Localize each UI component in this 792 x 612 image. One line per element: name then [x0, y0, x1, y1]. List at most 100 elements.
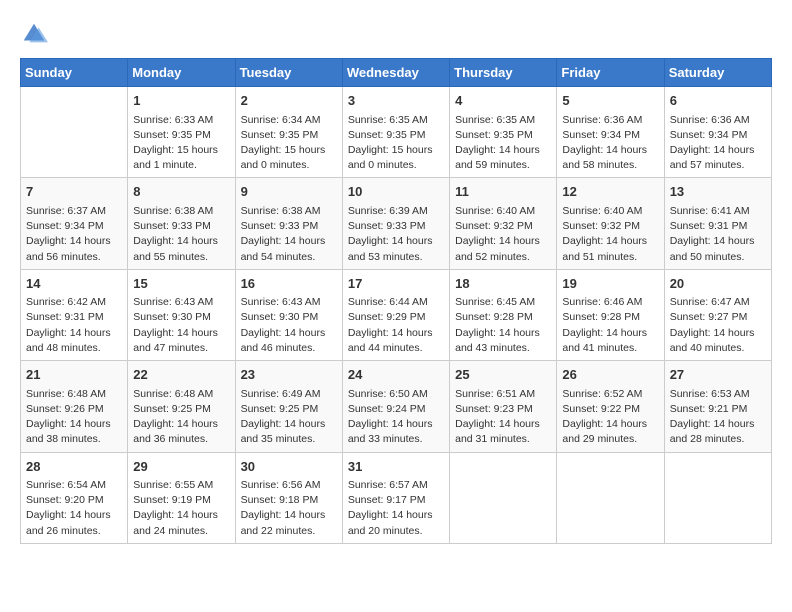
- day-info: Sunrise: 6:54 AM Sunset: 9:20 PM Dayligh…: [26, 478, 122, 539]
- day-info: Sunrise: 6:55 AM Sunset: 9:19 PM Dayligh…: [133, 478, 229, 539]
- week-row-5: 28Sunrise: 6:54 AM Sunset: 9:20 PM Dayli…: [21, 452, 772, 543]
- day-info: Sunrise: 6:48 AM Sunset: 9:26 PM Dayligh…: [26, 387, 122, 448]
- header-monday: Monday: [128, 59, 235, 87]
- calendar-cell: 27Sunrise: 6:53 AM Sunset: 9:21 PM Dayli…: [664, 361, 771, 452]
- calendar-cell: [557, 452, 664, 543]
- day-number: 21: [26, 365, 122, 385]
- calendar-cell: 15Sunrise: 6:43 AM Sunset: 9:30 PM Dayli…: [128, 269, 235, 360]
- calendar-header-row: SundayMondayTuesdayWednesdayThursdayFrid…: [21, 59, 772, 87]
- day-number: 8: [133, 182, 229, 202]
- day-number: 13: [670, 182, 766, 202]
- day-info: Sunrise: 6:36 AM Sunset: 9:34 PM Dayligh…: [670, 113, 766, 174]
- day-info: Sunrise: 6:53 AM Sunset: 9:21 PM Dayligh…: [670, 387, 766, 448]
- day-info: Sunrise: 6:41 AM Sunset: 9:31 PM Dayligh…: [670, 204, 766, 265]
- day-number: 25: [455, 365, 551, 385]
- day-info: Sunrise: 6:39 AM Sunset: 9:33 PM Dayligh…: [348, 204, 444, 265]
- day-info: Sunrise: 6:34 AM Sunset: 9:35 PM Dayligh…: [241, 113, 337, 174]
- calendar-cell: 4Sunrise: 6:35 AM Sunset: 9:35 PM Daylig…: [450, 87, 557, 178]
- header-saturday: Saturday: [664, 59, 771, 87]
- calendar-cell: 30Sunrise: 6:56 AM Sunset: 9:18 PM Dayli…: [235, 452, 342, 543]
- day-number: 12: [562, 182, 658, 202]
- calendar-cell: 21Sunrise: 6:48 AM Sunset: 9:26 PM Dayli…: [21, 361, 128, 452]
- calendar-cell: 20Sunrise: 6:47 AM Sunset: 9:27 PM Dayli…: [664, 269, 771, 360]
- calendar-cell: 22Sunrise: 6:48 AM Sunset: 9:25 PM Dayli…: [128, 361, 235, 452]
- logo: [20, 20, 52, 48]
- calendar-cell: [450, 452, 557, 543]
- day-number: 3: [348, 91, 444, 111]
- day-number: 1: [133, 91, 229, 111]
- header-wednesday: Wednesday: [342, 59, 449, 87]
- header-friday: Friday: [557, 59, 664, 87]
- day-info: Sunrise: 6:42 AM Sunset: 9:31 PM Dayligh…: [26, 295, 122, 356]
- calendar-cell: 6Sunrise: 6:36 AM Sunset: 9:34 PM Daylig…: [664, 87, 771, 178]
- day-info: Sunrise: 6:37 AM Sunset: 9:34 PM Dayligh…: [26, 204, 122, 265]
- calendar-cell: [664, 452, 771, 543]
- day-number: 31: [348, 457, 444, 477]
- day-info: Sunrise: 6:49 AM Sunset: 9:25 PM Dayligh…: [241, 387, 337, 448]
- day-info: Sunrise: 6:35 AM Sunset: 9:35 PM Dayligh…: [348, 113, 444, 174]
- calendar-cell: 5Sunrise: 6:36 AM Sunset: 9:34 PM Daylig…: [557, 87, 664, 178]
- calendar-cell: 2Sunrise: 6:34 AM Sunset: 9:35 PM Daylig…: [235, 87, 342, 178]
- day-number: 2: [241, 91, 337, 111]
- day-info: Sunrise: 6:47 AM Sunset: 9:27 PM Dayligh…: [670, 295, 766, 356]
- calendar-cell: 28Sunrise: 6:54 AM Sunset: 9:20 PM Dayli…: [21, 452, 128, 543]
- header-sunday: Sunday: [21, 59, 128, 87]
- calendar-cell: 3Sunrise: 6:35 AM Sunset: 9:35 PM Daylig…: [342, 87, 449, 178]
- day-info: Sunrise: 6:38 AM Sunset: 9:33 PM Dayligh…: [133, 204, 229, 265]
- calendar-cell: [21, 87, 128, 178]
- logo-icon: [20, 20, 48, 48]
- day-number: 27: [670, 365, 766, 385]
- day-info: Sunrise: 6:36 AM Sunset: 9:34 PM Dayligh…: [562, 113, 658, 174]
- day-info: Sunrise: 6:43 AM Sunset: 9:30 PM Dayligh…: [241, 295, 337, 356]
- day-number: 7: [26, 182, 122, 202]
- day-info: Sunrise: 6:33 AM Sunset: 9:35 PM Dayligh…: [133, 113, 229, 174]
- day-number: 11: [455, 182, 551, 202]
- day-number: 28: [26, 457, 122, 477]
- day-info: Sunrise: 6:50 AM Sunset: 9:24 PM Dayligh…: [348, 387, 444, 448]
- day-info: Sunrise: 6:40 AM Sunset: 9:32 PM Dayligh…: [455, 204, 551, 265]
- week-row-3: 14Sunrise: 6:42 AM Sunset: 9:31 PM Dayli…: [21, 269, 772, 360]
- day-number: 24: [348, 365, 444, 385]
- day-info: Sunrise: 6:57 AM Sunset: 9:17 PM Dayligh…: [348, 478, 444, 539]
- calendar-cell: 23Sunrise: 6:49 AM Sunset: 9:25 PM Dayli…: [235, 361, 342, 452]
- day-number: 16: [241, 274, 337, 294]
- day-number: 29: [133, 457, 229, 477]
- day-info: Sunrise: 6:43 AM Sunset: 9:30 PM Dayligh…: [133, 295, 229, 356]
- day-number: 22: [133, 365, 229, 385]
- calendar-cell: 9Sunrise: 6:38 AM Sunset: 9:33 PM Daylig…: [235, 178, 342, 269]
- calendar-cell: 8Sunrise: 6:38 AM Sunset: 9:33 PM Daylig…: [128, 178, 235, 269]
- calendar-cell: 26Sunrise: 6:52 AM Sunset: 9:22 PM Dayli…: [557, 361, 664, 452]
- calendar-cell: 1Sunrise: 6:33 AM Sunset: 9:35 PM Daylig…: [128, 87, 235, 178]
- day-info: Sunrise: 6:44 AM Sunset: 9:29 PM Dayligh…: [348, 295, 444, 356]
- header-thursday: Thursday: [450, 59, 557, 87]
- calendar-cell: 16Sunrise: 6:43 AM Sunset: 9:30 PM Dayli…: [235, 269, 342, 360]
- calendar-cell: 10Sunrise: 6:39 AM Sunset: 9:33 PM Dayli…: [342, 178, 449, 269]
- header-tuesday: Tuesday: [235, 59, 342, 87]
- calendar-cell: 13Sunrise: 6:41 AM Sunset: 9:31 PM Dayli…: [664, 178, 771, 269]
- day-number: 20: [670, 274, 766, 294]
- calendar-cell: 29Sunrise: 6:55 AM Sunset: 9:19 PM Dayli…: [128, 452, 235, 543]
- calendar-cell: 31Sunrise: 6:57 AM Sunset: 9:17 PM Dayli…: [342, 452, 449, 543]
- calendar-cell: 11Sunrise: 6:40 AM Sunset: 9:32 PM Dayli…: [450, 178, 557, 269]
- day-number: 6: [670, 91, 766, 111]
- day-number: 9: [241, 182, 337, 202]
- day-number: 10: [348, 182, 444, 202]
- day-number: 18: [455, 274, 551, 294]
- day-info: Sunrise: 6:45 AM Sunset: 9:28 PM Dayligh…: [455, 295, 551, 356]
- calendar-cell: 14Sunrise: 6:42 AM Sunset: 9:31 PM Dayli…: [21, 269, 128, 360]
- page-header: [20, 20, 772, 48]
- day-number: 19: [562, 274, 658, 294]
- day-info: Sunrise: 6:48 AM Sunset: 9:25 PM Dayligh…: [133, 387, 229, 448]
- day-number: 30: [241, 457, 337, 477]
- calendar-cell: 7Sunrise: 6:37 AM Sunset: 9:34 PM Daylig…: [21, 178, 128, 269]
- calendar-cell: 17Sunrise: 6:44 AM Sunset: 9:29 PM Dayli…: [342, 269, 449, 360]
- day-info: Sunrise: 6:51 AM Sunset: 9:23 PM Dayligh…: [455, 387, 551, 448]
- day-info: Sunrise: 6:38 AM Sunset: 9:33 PM Dayligh…: [241, 204, 337, 265]
- day-info: Sunrise: 6:40 AM Sunset: 9:32 PM Dayligh…: [562, 204, 658, 265]
- calendar-cell: 25Sunrise: 6:51 AM Sunset: 9:23 PM Dayli…: [450, 361, 557, 452]
- day-info: Sunrise: 6:56 AM Sunset: 9:18 PM Dayligh…: [241, 478, 337, 539]
- day-info: Sunrise: 6:35 AM Sunset: 9:35 PM Dayligh…: [455, 113, 551, 174]
- day-info: Sunrise: 6:52 AM Sunset: 9:22 PM Dayligh…: [562, 387, 658, 448]
- calendar-cell: 19Sunrise: 6:46 AM Sunset: 9:28 PM Dayli…: [557, 269, 664, 360]
- calendar-cell: 18Sunrise: 6:45 AM Sunset: 9:28 PM Dayli…: [450, 269, 557, 360]
